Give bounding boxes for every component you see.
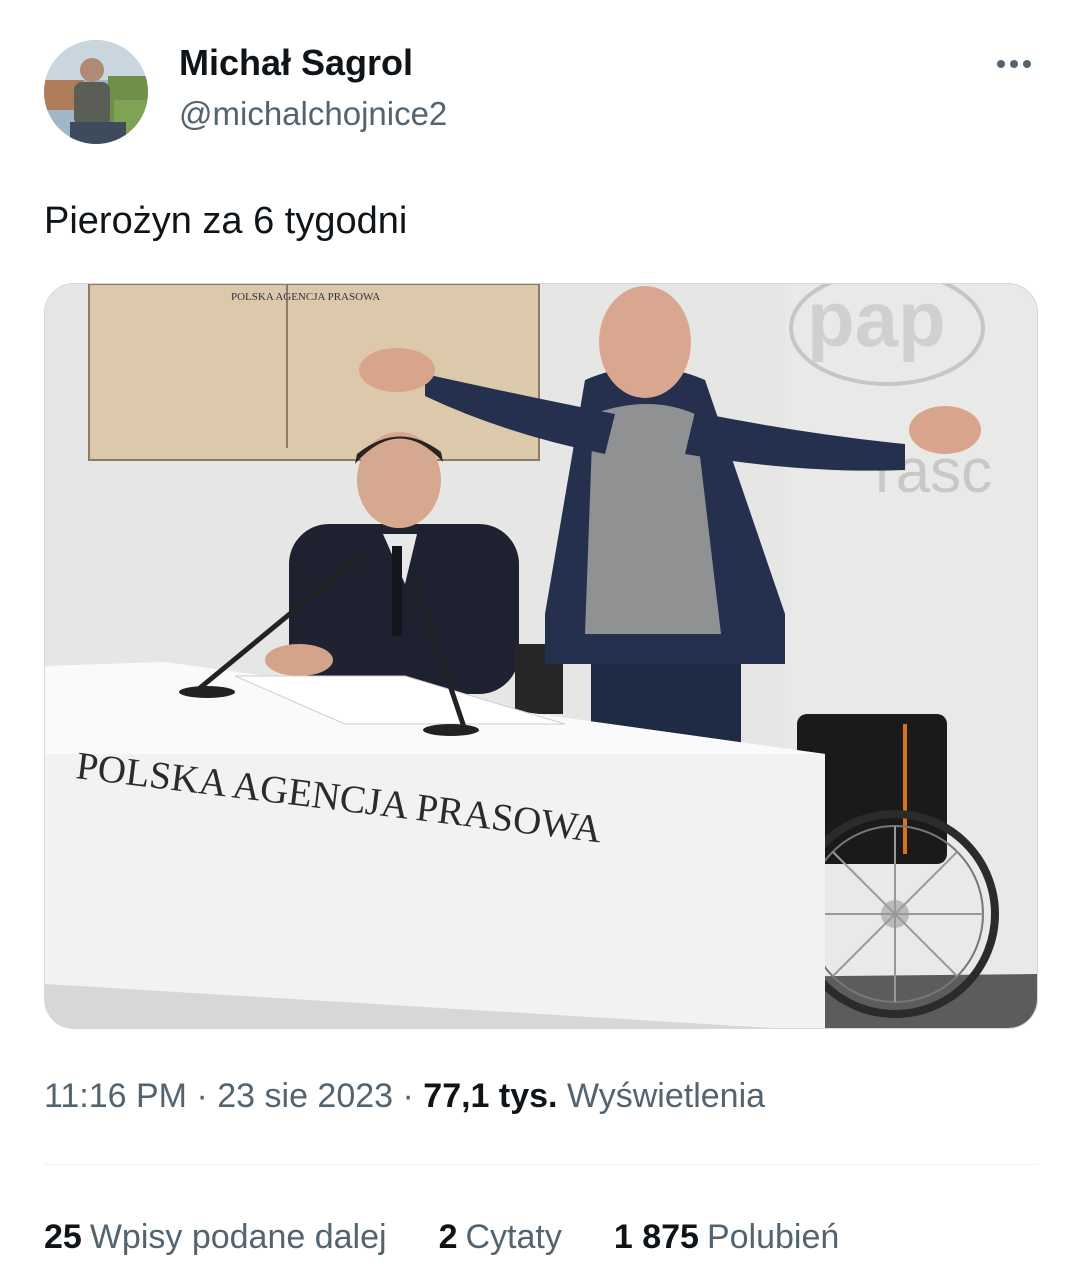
more-options-icon[interactable] bbox=[988, 50, 1040, 78]
meta-separator: · bbox=[402, 1077, 424, 1115]
tweet-text: Pierożyn za 6 tygodni bbox=[44, 200, 408, 242]
likes-count: 1 875 bbox=[613, 1218, 699, 1256]
meta-separator: · bbox=[196, 1077, 218, 1115]
author-name[interactable]: Michał Sagrol bbox=[179, 40, 447, 86]
likes-label: Polubień bbox=[706, 1218, 840, 1256]
avatar-image bbox=[44, 40, 148, 144]
avatar[interactable] bbox=[44, 40, 148, 144]
tweet-time[interactable]: 11:16 PM bbox=[44, 1077, 187, 1115]
quotes-count: 2 bbox=[438, 1218, 458, 1256]
reposts-label: Wpisy podane dalej bbox=[89, 1218, 387, 1256]
divider bbox=[44, 1164, 1038, 1165]
views-label: Wyświetlenia bbox=[566, 1077, 766, 1115]
more-dot bbox=[1023, 60, 1031, 68]
more-dot bbox=[1010, 60, 1018, 68]
board-label: POLSKA AGENCJA PRASOWA bbox=[231, 291, 380, 303]
tweet-photo[interactable]: POLSKA AGENCJA PRASOWA pap rasc POLSKA A… bbox=[44, 283, 1038, 1029]
press-conference-image: POLSKA AGENCJA PRASOWA pap rasc POLSKA A… bbox=[45, 284, 1037, 1028]
more-dot bbox=[997, 60, 1005, 68]
likes-stat[interactable]: 1 875 Polubień bbox=[614, 1214, 839, 1260]
pap-logo-text: pap bbox=[807, 284, 946, 363]
engagement-stats: 25 Wpisy podane dalej 2 Cytaty 1 875 Polubi… bbox=[44, 1214, 891, 1260]
quotes-stat[interactable]: 2 Cytaty bbox=[439, 1214, 562, 1260]
quotes-label: Cytaty bbox=[465, 1218, 562, 1256]
author-block[interactable]: Michał Sagrol @michalchojnice2 bbox=[179, 40, 447, 136]
views-count: 77,1 tys. bbox=[423, 1077, 567, 1115]
tweet-meta: 11:16 PM · 23 sie 2023 · 77,1 tys. Wyświ… bbox=[44, 1073, 765, 1119]
tweet-date[interactable]: 23 sie 2023 bbox=[217, 1077, 393, 1115]
reposts-count: 25 bbox=[44, 1218, 82, 1256]
author-handle[interactable]: @michalchojnice2 bbox=[179, 92, 447, 136]
reposts-stat[interactable]: 25 Wpisy podane dalej bbox=[44, 1214, 387, 1260]
